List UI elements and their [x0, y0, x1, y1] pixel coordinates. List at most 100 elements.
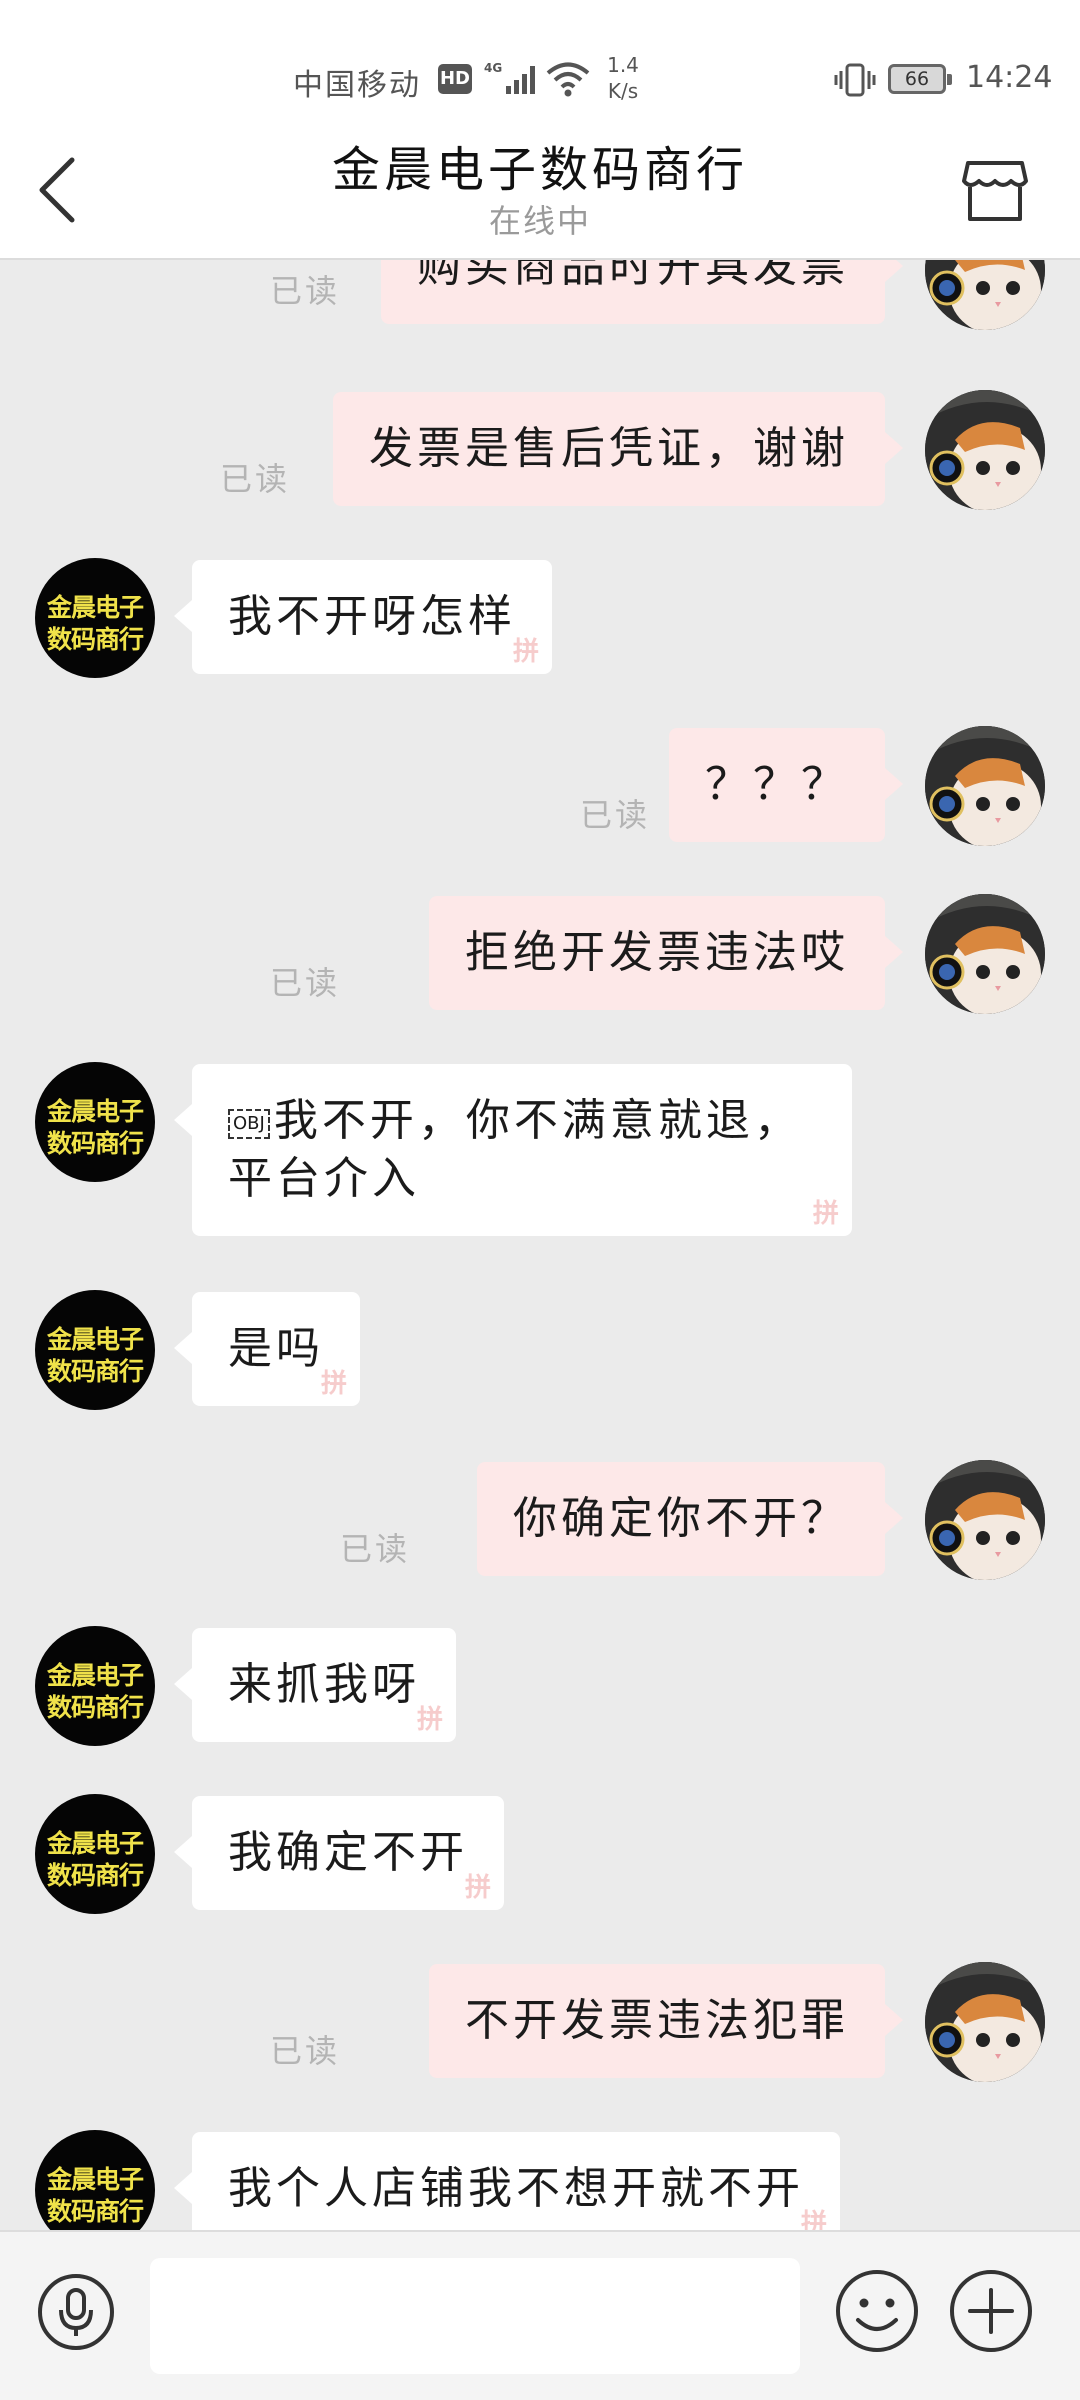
hd-badge: HD	[438, 64, 472, 94]
read-receipt: 已读	[219, 460, 290, 498]
speed-unit: K/s	[607, 79, 639, 103]
chat-message: 金晨电子 数码商行 我确定不开 拼	[0, 1794, 1080, 1924]
store-icon[interactable]	[960, 155, 1030, 225]
chat-message: 金晨电子 数码商行 我不开呀怎样 拼	[0, 558, 1080, 688]
message-text: 我个人店铺我不想开就不开	[228, 2163, 804, 2214]
signal-icon: 4G	[484, 62, 535, 94]
emoji-icon[interactable]	[834, 2268, 920, 2354]
cat-avatar-icon	[925, 1962, 1045, 2082]
battery-indicator: 66	[888, 64, 952, 94]
avatar-text: 数码商行	[46, 625, 144, 654]
buyer-avatar[interactable]	[925, 894, 1045, 1014]
avatar-text: 金晨电子	[46, 1097, 144, 1126]
cat-avatar-icon	[925, 260, 1045, 330]
plus-icon[interactable]	[948, 2268, 1034, 2354]
avatar-text: 数码商行	[46, 1861, 144, 1890]
read-receipt: 已读	[339, 1530, 410, 1568]
message-text: 拒绝开发票违法哎	[465, 927, 849, 978]
page-title: 金晨电子数码商行	[331, 142, 748, 198]
wifi-icon	[546, 62, 590, 97]
message-text: 我不开呀怎样	[228, 591, 516, 642]
message-text: 发票是售后凭证，谢谢	[369, 423, 849, 474]
sticker-mark: 拼	[416, 1705, 447, 1735]
seller-avatar[interactable]: 金晨电子 数码商行	[35, 1794, 155, 1914]
message-input[interactable]	[150, 2258, 800, 2374]
sticker-mark: 拼	[512, 637, 543, 667]
message-bubble[interactable]: 购买商品时开具发票	[381, 260, 903, 324]
cat-avatar-icon	[925, 390, 1045, 510]
message-bubble[interactable]: ？？？	[669, 728, 903, 842]
sticker-mark: 拼	[320, 1369, 351, 1399]
online-status: 在线中	[488, 202, 591, 240]
seller-avatar[interactable]: 金晨电子 数码商行	[35, 2130, 155, 2230]
message-text: 来抓我呀	[228, 1659, 420, 1710]
buyer-avatar[interactable]	[925, 260, 1045, 330]
message-text: 购买商品时开具发票	[417, 260, 849, 292]
seller-avatar[interactable]: 金晨电子 数码商行	[35, 558, 155, 678]
chat-area[interactable]: 已读 购买商品时开具发票 已读 发票是售后凭证，谢谢 金晨电子 数码商行 我不开…	[0, 260, 1080, 2230]
avatar-text: 金晨电子	[46, 1325, 144, 1354]
message-bubble[interactable]: 拒绝开发票违法哎	[429, 896, 903, 1010]
message-text: 我确定不开	[228, 1827, 468, 1878]
message-bubble[interactable]: 不开发票违法犯罪	[429, 1964, 903, 2078]
message-text: 我不开，你不满意就退，	[273, 1095, 802, 1146]
chat-message: 已读 购买商品时开具发票	[0, 260, 1080, 350]
message-bubble[interactable]: 来抓我呀 拼	[174, 1628, 456, 1742]
cat-avatar-icon	[925, 726, 1045, 846]
message-bubble[interactable]: 我不开呀怎样 拼	[174, 560, 552, 674]
sticker-mark: 拼	[812, 1199, 843, 1229]
sticker-mark: 拼	[464, 1873, 495, 1903]
buyer-avatar[interactable]	[925, 726, 1045, 846]
microphone-icon[interactable]	[36, 2272, 116, 2352]
read-receipt: 已读	[269, 2032, 340, 2070]
message-line: 平台介入	[228, 1153, 420, 1204]
seller-avatar[interactable]: 金晨电子 数码商行	[35, 1062, 155, 1182]
avatar-text: 金晨电子	[46, 1829, 144, 1858]
seller-avatar[interactable]: 金晨电子 数码商行	[35, 1290, 155, 1410]
message-text: 是吗	[228, 1323, 324, 1374]
chat-message: 已读 拒绝开发票违法哎	[0, 894, 1080, 1014]
speed-value: 1.4	[607, 53, 639, 77]
message-bubble[interactable]: 你确定你不开？	[477, 1462, 903, 1576]
top-bar: 中国移动 HD 4G 1.4 K/s 66 14:24 金晨电子数码商行 在线中	[0, 0, 1080, 260]
buyer-avatar[interactable]	[925, 1962, 1045, 2082]
obj-placeholder: OBJ	[228, 1108, 270, 1139]
message-text: 你确定你不开？	[513, 1493, 849, 1544]
buyer-avatar[interactable]	[925, 390, 1045, 510]
vibrate-icon	[834, 63, 876, 97]
avatar-text: 金晨电子	[46, 1661, 144, 1690]
cat-avatar-icon	[925, 1460, 1045, 1580]
chat-message: 金晨电子 数码商行 我个人店铺我不想开就不开 拼	[0, 2130, 1080, 2230]
carrier-name: 中国移动	[293, 68, 421, 103]
svg-text:4G: 4G	[484, 62, 502, 75]
chat-message: 金晨电子 数码商行 OBJ 我不开，你不满意就退， 平台介入 拼	[0, 1062, 1080, 1252]
read-receipt: 已读	[269, 964, 340, 1002]
chat-message: 已读 不开发票违法犯罪	[0, 1962, 1080, 2082]
read-receipt: 已读	[579, 796, 650, 834]
message-bubble[interactable]: OBJ 我不开，你不满意就退， 平台介入 拼	[174, 1064, 852, 1236]
avatar-text: 数码商行	[46, 2197, 144, 2226]
message-line: OBJ 我不开，你不满意就退，	[228, 1092, 802, 1150]
seller-avatar[interactable]: 金晨电子 数码商行	[35, 1626, 155, 1746]
message-bubble[interactable]: 是吗 拼	[174, 1292, 360, 1406]
chat-message: 金晨电子 数码商行 是吗 拼	[0, 1290, 1080, 1420]
status-bar: 中国移动 HD 4G 1.4 K/s 66 14:24	[0, 50, 1080, 110]
message-text: ？？？	[705, 759, 849, 810]
sticker-mark: 拼	[800, 2209, 831, 2230]
avatar-text: 数码商行	[46, 1693, 144, 1722]
message-bubble[interactable]: 我个人店铺我不想开就不开 拼	[174, 2132, 840, 2230]
input-bar	[0, 2230, 1080, 2400]
chat-message: 金晨电子 数码商行 来抓我呀 拼	[0, 1626, 1080, 1756]
chat-message: 已读 ？？？	[0, 726, 1080, 846]
avatar-text: 金晨电子	[46, 2165, 144, 2194]
network-speed: 1.4 K/s	[600, 52, 646, 104]
read-receipt: 已读	[269, 272, 340, 310]
cat-avatar-icon	[925, 894, 1045, 1014]
clock: 14:24	[966, 60, 1053, 95]
chat-message: 已读 发票是售后凭证，谢谢	[0, 390, 1080, 510]
avatar-text: 数码商行	[46, 1357, 144, 1386]
chat-message: 已读 你确定你不开？	[0, 1460, 1080, 1580]
message-bubble[interactable]: 我确定不开 拼	[174, 1796, 504, 1910]
message-bubble[interactable]: 发票是售后凭证，谢谢	[333, 392, 903, 506]
buyer-avatar[interactable]	[925, 1460, 1045, 1580]
